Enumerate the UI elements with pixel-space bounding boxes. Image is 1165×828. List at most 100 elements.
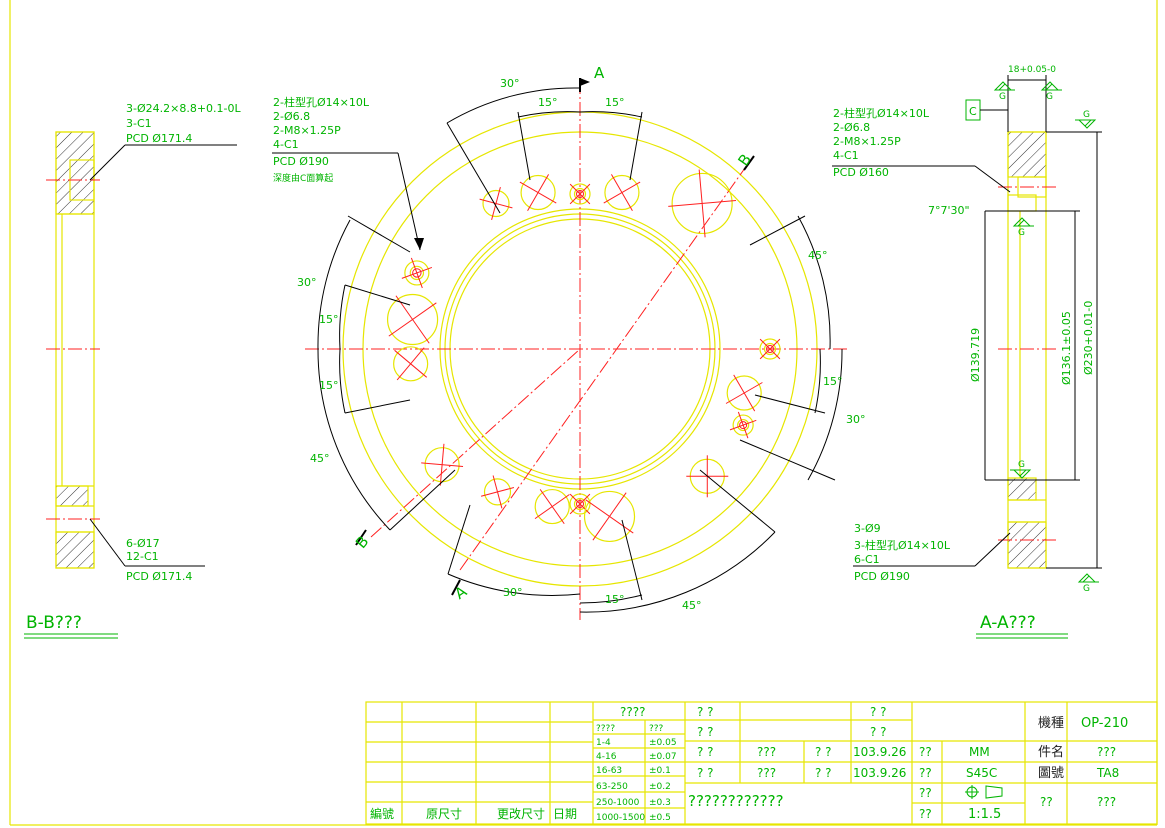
bolt-hole — [583, 490, 636, 543]
bolt-hole — [480, 475, 515, 509]
svg-text:A-A???: A-A??? — [980, 613, 1036, 633]
drawing-canvas: 3-Ø24.2×8.8+0.1-0L 3-C1 PCD Ø171.4 6-Ø17… — [9, 0, 1158, 826]
svg-text:Ø139.719: Ø139.719 — [969, 328, 982, 382]
hole-centerline — [388, 302, 437, 337]
svg-text:圖號: 圖號 — [1038, 766, 1064, 781]
svg-text:? ?: ? ? — [697, 725, 714, 739]
tolerance-range: 16-63 — [596, 766, 622, 776]
svg-text:???: ??? — [1097, 745, 1116, 759]
angle-labels: 30° 15° 15° 45° 30° 15° 15° 45° 15° 30° … — [297, 77, 866, 612]
cutting-plane-a-bottom: A — [451, 579, 471, 603]
right-bottom-callout: 3-Ø9 3-柱型孔Ø14×10L 6-C1 PCD Ø190 — [853, 522, 1011, 583]
bolt-hole — [534, 488, 570, 525]
svg-text:30°: 30° — [846, 413, 866, 426]
tolerance-value: ±0.3 — [649, 798, 671, 808]
bolt-hole — [421, 443, 464, 486]
hole-centerline — [585, 499, 634, 534]
bolt-hole — [519, 174, 557, 211]
hatch-region — [1007, 477, 1037, 501]
tolerance-range: 250-1000 — [596, 798, 640, 808]
left-top-callout: 3-Ø24.2×8.8+0.1-0L 3-C1 PCD Ø171.4 — [89, 102, 242, 181]
svg-text:Ø136.1±0.05: Ø136.1±0.05 — [1060, 311, 1073, 385]
svg-text:???: ??? — [757, 766, 776, 780]
svg-text:MM: MM — [969, 745, 990, 759]
svg-text:103.9.26: 103.9.26 — [853, 745, 906, 759]
svg-text:???: ??? — [757, 745, 776, 759]
svg-text:2-Ø6.8: 2-Ø6.8 — [273, 110, 310, 123]
svg-text:???: ??? — [649, 724, 664, 734]
tolerance-range: 1-4 — [596, 738, 611, 748]
callout-text: 6-Ø17 — [126, 537, 160, 550]
svg-text:? ?: ? ? — [697, 705, 714, 719]
svg-text:????: ???? — [596, 724, 615, 734]
svg-text:18+0.05-0: 18+0.05-0 — [1008, 65, 1056, 75]
svg-text:3-柱型孔Ø14×10L: 3-柱型孔Ø14×10L — [854, 538, 951, 552]
svg-text:? ?: ? ? — [697, 745, 714, 759]
cutting-plane-b-bottom: B — [352, 529, 372, 552]
hatch-region — [55, 131, 95, 215]
svg-text:4-C1: 4-C1 — [273, 138, 299, 151]
section-bb-title: B-B??? — [24, 613, 118, 639]
svg-text:件名: 件名 — [1038, 744, 1064, 760]
svg-text:3-Ø9: 3-Ø9 — [854, 522, 881, 535]
tolerance-value: ±0.5 — [649, 813, 671, 823]
surface-mark-text: G — [999, 92, 1006, 102]
tolerance-range: 63-250 — [596, 782, 628, 792]
svg-text:30°: 30° — [500, 77, 520, 90]
finish-symbol — [1075, 119, 1097, 129]
bolt-hole — [603, 174, 641, 211]
bolt-hole — [729, 411, 757, 439]
tolerance-value: ±0.07 — [649, 752, 677, 762]
surface-finish-mark: G — [1012, 217, 1034, 238]
hatch-region — [1007, 131, 1047, 178]
right-top-callout: 2-柱型孔Ø14×10L 2-Ø6.8 2-M8×1.25P 4-C1 PCD … — [832, 106, 1011, 193]
svg-text:45°: 45° — [808, 249, 828, 262]
tolerance-value: ±0.2 — [649, 782, 671, 792]
bolt-hole — [479, 186, 513, 221]
hole-centerline — [519, 181, 557, 204]
finish-symbol — [1077, 573, 1099, 583]
svg-text:S45C: S45C — [966, 766, 997, 780]
projection-symbol-icon — [965, 785, 1003, 799]
surface-finish-mark: G — [993, 81, 1015, 102]
svg-text:C: C — [969, 105, 977, 118]
bolt-holes — [386, 169, 781, 543]
hole-centerline — [396, 347, 425, 381]
finish-symbol — [1012, 217, 1034, 227]
svg-text:1:1.5: 1:1.5 — [968, 807, 1001, 822]
svg-text:編號: 編號 — [370, 806, 394, 821]
svg-text:15°: 15° — [605, 593, 625, 606]
tolerance-rows: 1-4 ±0.05 4-16 ±0.07 16-63 ±0.1 63-250 ±0.2 250-… — [596, 738, 677, 823]
callout-text: PCD Ø171.4 — [126, 570, 192, 583]
svg-text:15°: 15° — [319, 379, 339, 392]
svg-text:TA8: TA8 — [1096, 766, 1119, 780]
bolt-hole — [401, 257, 433, 289]
svg-text:? ?: ? ? — [870, 725, 887, 739]
surface-mark-text: G — [1018, 460, 1025, 470]
svg-text:? ?: ? ? — [697, 766, 714, 780]
svg-text:??: ?? — [919, 745, 932, 759]
surface-finish-mark: G — [1075, 110, 1097, 129]
finish-symbol — [993, 81, 1015, 91]
bolt-hole — [668, 169, 737, 238]
svg-text:日期: 日期 — [553, 807, 577, 821]
svg-text:103.9.26: 103.9.26 — [853, 766, 906, 780]
hole-centerline — [725, 382, 763, 404]
svg-text:??: ?? — [919, 766, 932, 780]
hole-centerline — [492, 475, 503, 509]
finish-symbol — [1040, 81, 1062, 91]
svg-text:??: ?? — [1040, 795, 1053, 809]
surface-mark-text: G — [1018, 228, 1025, 238]
section-bb-view — [46, 131, 100, 569]
svg-text:B-B???: B-B??? — [26, 613, 82, 633]
hole-centerline — [610, 174, 633, 211]
callout-text: PCD Ø171.4 — [126, 132, 192, 145]
svg-text:原尺寸: 原尺寸 — [426, 807, 462, 821]
surface-finish-mark: G — [1077, 573, 1099, 594]
svg-text:15°: 15° — [823, 375, 843, 388]
svg-text:2-柱型孔Ø14×10L: 2-柱型孔Ø14×10L — [273, 95, 370, 109]
svg-text:30°: 30° — [297, 276, 317, 289]
svg-text:7°7'30": 7°7'30" — [928, 204, 970, 217]
hatch-region — [1007, 521, 1047, 569]
svg-text:2-柱型孔Ø14×10L: 2-柱型孔Ø14×10L — [833, 106, 930, 120]
